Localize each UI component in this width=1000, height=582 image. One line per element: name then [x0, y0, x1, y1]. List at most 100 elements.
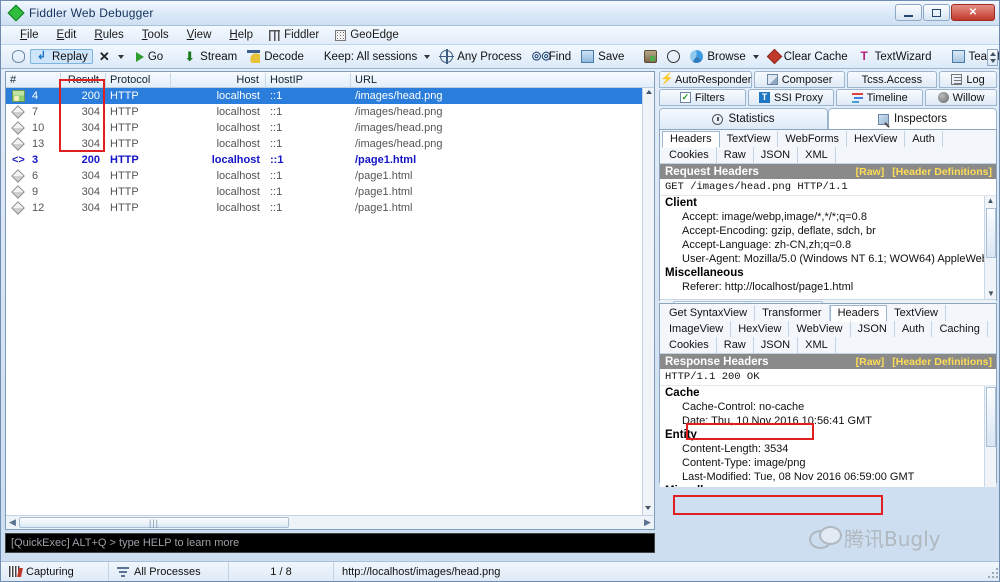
maximize-button[interactable]: [923, 4, 950, 21]
scrollbar-thumb[interactable]: [986, 387, 996, 447]
request-minitab-textview[interactable]: TextView: [720, 131, 779, 147]
any-process-button[interactable]: Any Process: [435, 49, 527, 64]
chevron-down-icon[interactable]: [117, 54, 124, 59]
tab-autoresponder[interactable]: ⚡ AutoResponder: [659, 71, 753, 88]
toolbar-overflow-scroll[interactable]: [987, 49, 998, 66]
response-minitab-webview[interactable]: WebView: [789, 321, 851, 337]
request-vertical-scrollbar[interactable]: ▲ ▼: [984, 196, 996, 299]
response-minitab-headers[interactable]: Headers: [829, 305, 888, 322]
response-minitab-caching[interactable]: Caching: [932, 321, 988, 337]
menu-item-rules[interactable]: Rules: [85, 28, 132, 42]
request-minitab-json[interactable]: JSON: [754, 147, 799, 163]
tab-ssi-proxy[interactable]: T SSI Proxy: [747, 89, 835, 106]
tab-timeline[interactable]: Timeline: [836, 89, 924, 106]
tab-tcss-access[interactable]: Tcss.Access: [846, 71, 938, 88]
chevron-down-icon[interactable]: [645, 506, 651, 510]
table-row[interactable]: 4 200 HTTP localhost ::1 /images/head.pn…: [6, 88, 642, 104]
response-minitab-cookies[interactable]: Cookies: [662, 337, 717, 353]
browse-button[interactable]: Browse: [685, 49, 763, 64]
chevron-down-icon[interactable]: ▼: [985, 289, 996, 299]
column-header-hostip[interactable]: HostIP: [266, 73, 351, 88]
table-row[interactable]: 9 304 HTTP localhost ::1 /page1.html: [6, 184, 642, 200]
table-row[interactable]: 6 304 HTTP localhost ::1 /page1.html: [6, 168, 642, 184]
minimize-button[interactable]: [895, 4, 922, 21]
response-header-date: Date: Thu, 10 Nov 2016 10:56:41 GMT: [682, 415, 872, 427]
remove-button[interactable]: ✕: [93, 49, 129, 64]
tab-willow[interactable]: Willow: [925, 89, 998, 106]
request-minitab-auth[interactable]: Auth: [905, 131, 943, 147]
request-minitab-xml[interactable]: XML: [798, 147, 836, 163]
response-minitab-imageview[interactable]: ImageView: [662, 321, 732, 337]
response-header-definitions-link[interactable]: [Header Definitions]: [892, 356, 992, 368]
chevron-down-icon[interactable]: [752, 54, 759, 59]
chevron-up-icon[interactable]: ▲: [985, 196, 996, 206]
column-header-protocol[interactable]: Protocol: [106, 73, 171, 88]
go-button[interactable]: Go: [129, 50, 168, 64]
scrollbar-thumb[interactable]: |||: [19, 517, 289, 528]
response-minitab-hexview[interactable]: HexView: [731, 321, 790, 337]
scroll-left-icon[interactable]: ◀: [6, 517, 19, 528]
table-row[interactable]: 12 304 HTTP localhost ::1 /page1.html: [6, 200, 642, 216]
request-raw-link[interactable]: [Raw]: [856, 166, 885, 178]
stream-button[interactable]: ⬇ Stream: [178, 49, 242, 64]
save-button[interactable]: Save: [576, 49, 629, 64]
response-minitab-xml[interactable]: XML: [798, 337, 836, 353]
sessions-vertical-scrollbar[interactable]: [642, 88, 654, 515]
response-raw-link[interactable]: [Raw]: [856, 356, 885, 368]
tab-composer[interactable]: Composer: [754, 71, 845, 88]
menu-item-view[interactable]: View: [178, 28, 221, 42]
request-minitab-hexview[interactable]: HexView: [847, 131, 906, 147]
request-minitab-headers[interactable]: Headers: [662, 131, 720, 148]
chevron-up-icon[interactable]: [645, 90, 652, 94]
response-minitab-raw[interactable]: Raw: [717, 337, 754, 353]
tab-filters[interactable]: ✓ Filters: [659, 89, 746, 106]
table-row[interactable]: 13 304 HTTP localhost ::1 /images/head.p…: [6, 136, 642, 152]
tab-inspectors[interactable]: Inspectors: [828, 108, 997, 129]
chevron-down-icon[interactable]: [424, 54, 431, 59]
clear-cache-button[interactable]: Clear Cache: [764, 48, 853, 65]
status-capturing[interactable]: Capturing: [1, 562, 109, 581]
table-row[interactable]: 10 304 HTTP localhost ::1 /images/head.p…: [6, 120, 642, 136]
replay-button[interactable]: ↲ Replay: [30, 49, 93, 64]
comment-button[interactable]: [7, 49, 30, 64]
request-minitab-webforms[interactable]: WebForms: [778, 131, 847, 147]
camera-button[interactable]: [639, 49, 662, 64]
request-minitab-raw[interactable]: Raw: [717, 147, 754, 163]
response-minitab-auth[interactable]: Auth: [895, 321, 933, 337]
response-minitab-transformer[interactable]: Transformer: [755, 305, 830, 321]
table-row[interactable]: 7 304 HTTP localhost ::1 /images/head.pn…: [6, 104, 642, 120]
column-header-url[interactable]: URL: [351, 73, 643, 88]
menu-item-edit[interactable]: Edit: [48, 28, 86, 42]
resize-grip[interactable]: [987, 567, 999, 579]
menu-item-tools[interactable]: Tools: [133, 28, 178, 42]
response-vertical-scrollbar[interactable]: [984, 386, 996, 487]
table-row[interactable]: <​> 3 200 HTTP localhost ::1 /page1.html: [6, 152, 642, 168]
sessions-horizontal-scrollbar[interactable]: ◀ ||| ▶: [6, 515, 654, 529]
response-minitab-json-2[interactable]: JSON: [754, 337, 799, 353]
menu-item-file[interactable]: File: [11, 28, 48, 42]
find-button[interactable]: ◎◎ Find: [527, 49, 576, 64]
tab-statistics[interactable]: Statistics: [659, 108, 828, 129]
cell-url: /page1.html: [355, 170, 413, 182]
column-header-host[interactable]: Host: [171, 73, 266, 88]
status-processes[interactable]: All Processes: [109, 562, 229, 581]
request-header-definitions-link[interactable]: [Header Definitions]: [892, 166, 992, 178]
keep-sessions-dropdown[interactable]: Keep: All sessions: [319, 50, 435, 64]
menu-item-help[interactable]: Help: [220, 28, 262, 42]
menu-item-fiddler[interactable]: Fiddler: [262, 28, 328, 42]
menu-item-geoedge[interactable]: GeoEdge: [328, 28, 408, 42]
column-header-result[interactable]: Result: [61, 73, 106, 88]
quickexec-input[interactable]: [QuickExec] ALT+Q > type HELP to learn m…: [5, 533, 655, 553]
column-header-num[interactable]: #: [6, 73, 61, 88]
response-minitab-json-1[interactable]: JSON: [851, 321, 895, 337]
textwizard-button[interactable]: T TextWizard: [853, 49, 937, 64]
close-button[interactable]: ✕: [951, 4, 995, 21]
tab-log[interactable]: Log: [939, 71, 998, 88]
request-minitab-cookies[interactable]: Cookies: [662, 147, 717, 163]
scroll-right-icon[interactable]: ▶: [641, 517, 654, 528]
timer-button[interactable]: [662, 49, 685, 64]
response-minitab-textview[interactable]: TextView: [887, 305, 946, 321]
response-minitab-get-syntaxview[interactable]: Get SyntaxView: [662, 305, 756, 321]
scrollbar-thumb[interactable]: [986, 208, 996, 258]
decode-button[interactable]: Decode: [242, 49, 309, 64]
